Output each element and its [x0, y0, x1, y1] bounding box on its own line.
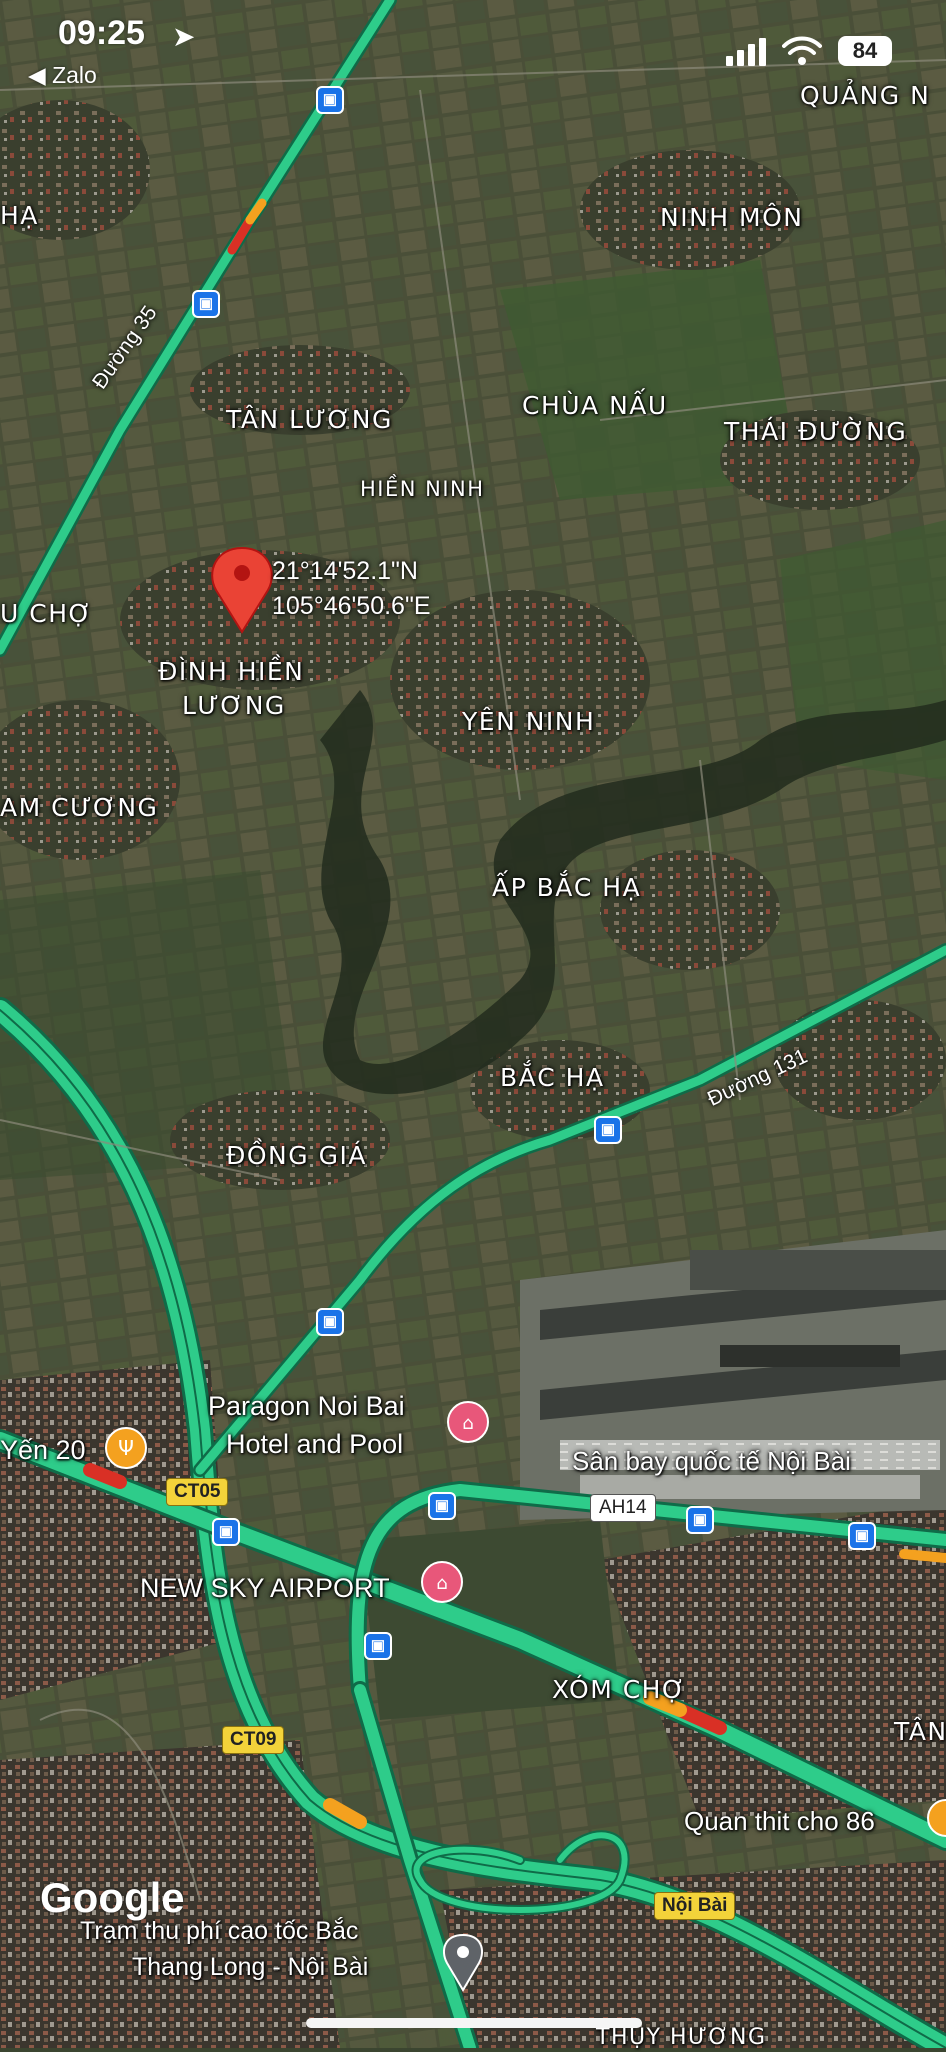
- wifi-icon: [782, 36, 822, 65]
- place-label: YÊN NINH: [462, 707, 596, 736]
- place-label: QUẢNG N: [800, 81, 931, 110]
- location-arrow-icon: ➤: [172, 21, 196, 52]
- poi-label-restaurant[interactable]: Quan thit cho 86: [684, 1806, 875, 1837]
- svg-text:Ψ: Ψ: [118, 1436, 134, 1460]
- place-label: NINH MÔN: [660, 203, 804, 232]
- bus-stop-icon[interactable]: ▣: [316, 86, 344, 114]
- svg-text:⌂: ⌂: [462, 1413, 473, 1434]
- bus-stop-icon[interactable]: ▣: [212, 1518, 240, 1546]
- place-label: THỤY HƯƠNG: [596, 2025, 767, 2050]
- place-label: HIỀN NINH: [360, 477, 485, 501]
- place-label: LƯƠNG: [182, 691, 286, 720]
- home-indicator[interactable]: [306, 2018, 642, 2028]
- road-shield: CT05: [166, 1478, 229, 1506]
- place-label: U CHỢ: [0, 599, 93, 628]
- place-label: THÁI ĐƯỜNG: [724, 417, 908, 446]
- cellular-signal-icon: [726, 38, 766, 66]
- back-to-zalo-link[interactable]: ◀ Zalo: [28, 62, 97, 89]
- place-label: HẠ: [0, 201, 39, 230]
- bus-stop-icon[interactable]: ▣: [316, 1308, 344, 1336]
- poi-label-paragon[interactable]: Hotel and Pool: [226, 1428, 403, 1460]
- bus-stop-icon[interactable]: ▣: [686, 1506, 714, 1534]
- place-label: ĐỒNG GIÁ: [226, 1141, 367, 1170]
- bus-stop-icon[interactable]: ▣: [364, 1632, 392, 1660]
- road-shield: CT09: [222, 1726, 285, 1754]
- place-label: XÓM CHỢ: [552, 1675, 687, 1704]
- google-logo: Google: [40, 1874, 185, 1921]
- poi-label-airport[interactable]: Sân bay quốc tế Nội Bài: [572, 1446, 851, 1477]
- svg-text:⌂: ⌂: [436, 1573, 447, 1594]
- poi-label-toll[interactable]: Thang Long - Nội Bài: [132, 1952, 368, 1982]
- place-label: CHÙA NẤU: [522, 391, 668, 420]
- pin-latitude: 21°14'52.1"N: [272, 557, 418, 585]
- bus-stop-icon[interactable]: ▣: [848, 1522, 876, 1550]
- bus-stop-icon[interactable]: ▣: [594, 1116, 622, 1144]
- battery-indicator: 84: [838, 36, 892, 66]
- place-label: ĐÌNH HIỀN: [158, 657, 305, 686]
- place-label: BẮC HẠ: [500, 1063, 605, 1092]
- place-label: TÂN: [894, 1717, 946, 1746]
- poi-label-hotel[interactable]: NEW SKY AIRPORT: [140, 1572, 390, 1604]
- road-shield: Nội Bài: [654, 1892, 736, 1920]
- place-label: TÂN LƯƠNG: [226, 405, 393, 434]
- bus-stop-icon[interactable]: ▣: [192, 290, 220, 318]
- bus-stop-icon[interactable]: ▣: [428, 1492, 456, 1520]
- place-label: ẤP BẮC HẠ: [492, 873, 642, 902]
- road-shield: AH14: [590, 1494, 656, 1522]
- clock: 09:25: [58, 14, 145, 52]
- poi-label-restaurant[interactable]: Yến 20: [0, 1434, 86, 1466]
- pin-coordinates[interactable]: 21°14'52.1"N 105°46'50.6"E: [272, 554, 431, 624]
- place-label: AM CƯƠNG: [0, 793, 159, 822]
- poi-label-paragon[interactable]: Paragon Noi Bai: [208, 1390, 405, 1422]
- pin-longitude: 105°46'50.6"E: [272, 592, 431, 620]
